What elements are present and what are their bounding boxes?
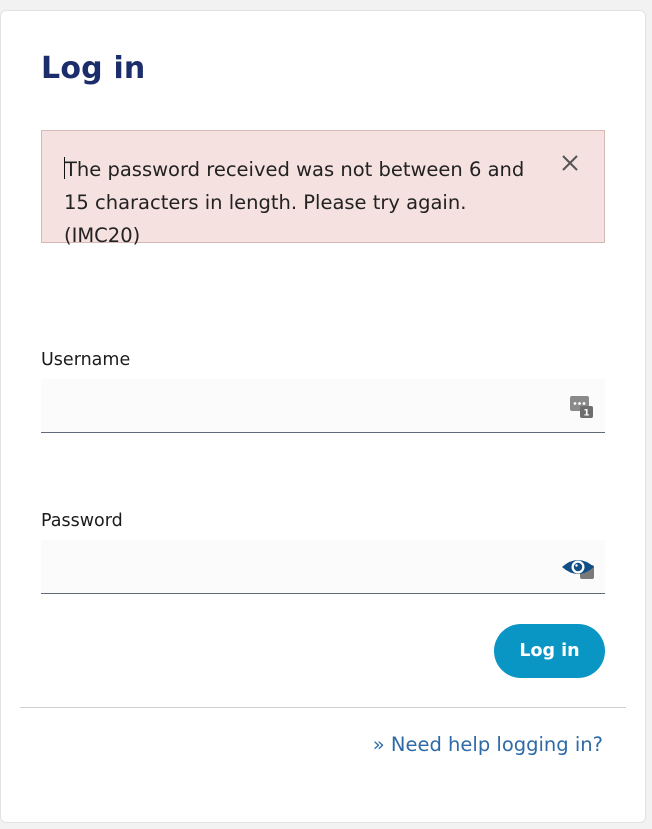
login-button[interactable]: Log in — [494, 624, 605, 678]
username-input[interactable] — [41, 379, 605, 432]
divider — [20, 707, 626, 708]
svg-text:1: 1 — [583, 409, 589, 419]
login-card: Log in The password received was not bet… — [0, 10, 646, 823]
password-label: Password — [41, 511, 123, 531]
help-link[interactable]: » Need help logging in? — [373, 733, 603, 756]
username-label: Username — [41, 350, 131, 370]
close-icon[interactable] — [560, 153, 580, 173]
password-field-container — [41, 540, 605, 594]
error-alert: The password received was not between 6 … — [41, 130, 605, 247]
password-input[interactable] — [41, 540, 605, 593]
password-manager-icon[interactable]: 1 — [569, 394, 595, 420]
username-field-container: 1 — [41, 379, 605, 433]
eye-icon[interactable] — [561, 555, 597, 581]
page-title: Log in — [41, 51, 146, 86]
error-message: The password received was not between 6 … — [64, 158, 525, 247]
